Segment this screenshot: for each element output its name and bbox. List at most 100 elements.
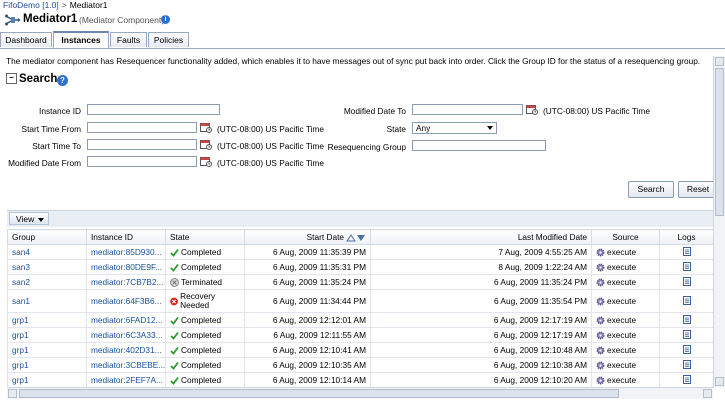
source-text[interactable]: execute [607,247,636,257]
scroll-up-icon[interactable] [715,57,724,66]
column-header-source[interactable]: Source [591,229,660,245]
sort-icon[interactable] [346,233,366,242]
group-link[interactable]: grp1 [12,375,29,385]
group-link[interactable]: grp1 [12,330,29,340]
source-text[interactable]: execute [607,330,636,340]
view-menu-label: View [16,214,35,224]
scroll-left-icon[interactable] [8,389,17,398]
reset-button[interactable]: Reset [678,181,718,198]
cell-last-modified: 8 Aug, 2009 1:22:24 AM [370,259,592,275]
source-text[interactable]: execute [607,360,636,370]
instance-id-link[interactable]: mediator:7CB7B2... [91,277,163,287]
instance-id-input[interactable] [87,104,220,115]
tab-bar: Dashboard Instances Faults Policies [0,31,725,49]
cell-instance-id: mediator:3CBEBE... [86,357,166,373]
log-document-icon[interactable] [682,246,691,256]
scroll-right-icon[interactable] [703,389,712,398]
resequencing-group-input[interactable] [412,140,546,151]
gear-icon [596,248,605,257]
cell-start-date: 6 Aug, 2009 11:35:24 PM [244,274,371,290]
cell-group: grp1 [7,372,87,388]
scrollbar-thumb[interactable] [19,389,619,398]
source-text[interactable]: execute [607,262,636,272]
cell-logs [659,259,714,275]
component-header: Mediator1 (Mediator Component) i [0,11,725,29]
column-header-last-modified[interactable]: Last Modified Date [370,229,592,245]
start-time-from-input[interactable] [87,122,197,133]
scroll-down-icon[interactable] [715,377,724,386]
log-document-icon[interactable] [682,261,691,271]
modified-date-from-input[interactable] [87,156,197,167]
log-document-icon[interactable] [682,314,691,324]
tab-dashboard[interactable]: Dashboard [0,32,52,47]
log-document-icon[interactable] [682,295,691,305]
breadcrumb-root-link[interactable]: FifoDemo [1.0] [3,0,59,10]
table-row: grp1 mediator:6C3A33... Completed 6 Aug, 20… [7,327,714,343]
help-icon[interactable]: ? [57,75,68,86]
instance-id-link[interactable]: mediator:80DE9F... [91,262,162,272]
source-text[interactable]: execute [607,296,636,306]
instance-id-link[interactable]: mediator:6FAD12... [91,315,162,325]
source-text[interactable]: execute [607,345,636,355]
instance-id-link[interactable]: mediator:3CBEBE... [91,360,165,370]
group-link[interactable]: san1 [12,296,30,306]
instance-id-link[interactable]: mediator:2FEF7A... [91,375,163,385]
column-header-start-date[interactable]: Start Date [244,229,371,245]
info-icon[interactable]: i [161,15,170,24]
group-link[interactable]: grp1 [12,315,29,325]
cell-start-date: 6 Aug, 2009 12:10:14 AM [244,372,371,388]
tab-faults[interactable]: Faults [110,32,147,47]
vertical-scrollbar[interactable] [713,56,725,387]
view-menu-button[interactable]: View [9,212,49,225]
calendar-icon[interactable] [526,104,538,115]
source-text[interactable]: execute [607,315,636,325]
cell-source: execute [591,327,660,343]
source-text[interactable]: execute [607,277,636,287]
gear-icon [596,331,605,340]
calendar-icon[interactable] [200,139,212,150]
calendar-icon[interactable] [200,122,212,133]
column-header-instance-id[interactable]: Instance ID [86,229,166,245]
group-link[interactable]: san4 [12,247,30,257]
log-document-icon[interactable] [682,374,691,384]
instance-id-link[interactable]: mediator:85D930... [91,247,162,257]
log-document-icon[interactable] [682,359,691,369]
group-link[interactable]: san2 [12,277,30,287]
search-button[interactable]: Search [628,181,674,198]
group-link[interactable]: grp1 [12,345,29,355]
tab-instances[interactable]: Instances [53,31,109,48]
source-text[interactable]: execute [607,375,636,385]
instance-id-link[interactable]: mediator:402D31... [91,345,162,355]
group-link[interactable]: grp1 [12,360,29,370]
horizontal-scrollbar[interactable] [7,387,713,399]
column-header-group[interactable]: Group [7,229,87,245]
state-text: Completed [181,261,222,272]
instance-id-link[interactable]: mediator:64F3B6... [91,296,162,306]
chevron-down-icon [487,126,493,130]
scrollbar-thumb[interactable] [715,68,724,216]
column-header-state[interactable]: State [165,229,245,245]
tab-policies[interactable]: Policies [148,32,189,47]
log-document-icon[interactable] [682,344,691,354]
log-document-icon[interactable] [682,276,691,286]
log-document-icon[interactable] [682,329,691,339]
modified-date-to-input[interactable] [412,104,523,115]
cell-state: Completed [165,327,245,343]
start-time-to-input[interactable] [87,139,197,150]
check-icon [170,346,179,355]
state-select[interactable]: Any [412,122,497,134]
state-select-value: Any [416,123,431,133]
collapse-icon[interactable]: − [6,73,17,85]
instance-id-link[interactable]: mediator:6C3A33... [91,330,162,340]
start-date-header-label: Start Date [306,232,344,242]
state-text: Completed [181,344,222,355]
cell-source: execute [591,244,660,260]
column-header-logs[interactable]: Logs [659,229,714,245]
breadcrumb-current: Mediator1 [69,0,108,10]
calendar-icon[interactable] [200,156,212,167]
cell-last-modified: 6 Aug, 2009 12:10:38 AM [370,357,592,373]
search-section-header[interactable]: − Search [6,73,57,85]
cell-instance-id: mediator:80DE9F... [86,259,166,275]
check-icon [170,361,179,370]
group-link[interactable]: san3 [12,262,30,272]
